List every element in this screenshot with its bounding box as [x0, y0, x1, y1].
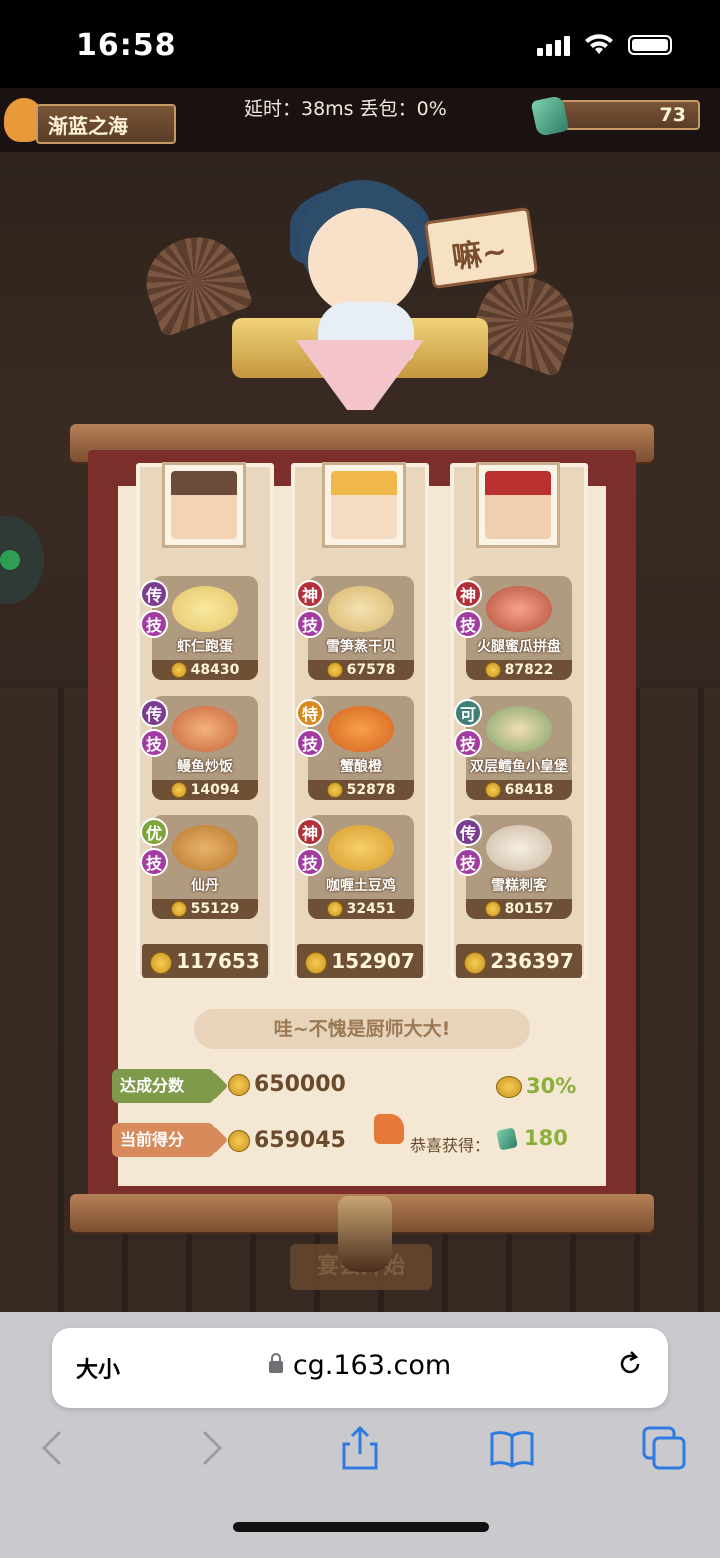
- side-float-button[interactable]: [0, 516, 44, 604]
- url-text[interactable]: cg.163.com: [52, 1350, 668, 1381]
- status-icons: [537, 34, 672, 56]
- speech-bubble-text: 嘛~: [449, 233, 510, 276]
- bonus-percent: 30%: [496, 1074, 576, 1098]
- coin-icon: [170, 782, 187, 798]
- skill-badge: 技: [454, 848, 482, 876]
- dish-score: 68418: [466, 780, 572, 800]
- dish-name: 虾仁跑蛋: [177, 639, 233, 655]
- status-dot-icon: [0, 550, 20, 570]
- dish-name: 鳗鱼炒饭: [177, 759, 233, 775]
- rank-badge: 可: [454, 699, 482, 727]
- share-icon[interactable]: [336, 1424, 384, 1472]
- chef-avatar-2[interactable]: [322, 462, 406, 548]
- coin-icon: [484, 901, 501, 917]
- player-name[interactable]: 渐蓝之海: [36, 104, 176, 144]
- dish-name: 咖喱土豆鸡: [326, 878, 396, 894]
- rank-badge: 优: [140, 818, 168, 846]
- dish-score: 48430: [152, 660, 258, 680]
- dish-name: 双层鳕鱼小皇堡: [470, 759, 568, 775]
- dish-score: 87822: [466, 660, 572, 680]
- coin-icon: [484, 782, 501, 798]
- rank-badge: 传: [140, 580, 168, 608]
- dish-name: 火腿蜜瓜拼盘: [477, 639, 561, 655]
- skill-badge: 技: [140, 610, 168, 638]
- signal-icon: [537, 34, 570, 56]
- reward-value: 180: [496, 1126, 568, 1151]
- chef-avatar-3[interactable]: [476, 462, 560, 548]
- rank-badge: 神: [296, 580, 324, 608]
- network-status: 延时：38ms 丢包：0%: [244, 98, 447, 120]
- rank-badge: 特: [296, 699, 324, 727]
- skill-badge: 技: [296, 848, 324, 876]
- home-indicator[interactable]: [233, 1522, 489, 1532]
- coin-icon: [305, 951, 328, 974]
- rank-badge: 神: [296, 818, 324, 846]
- status-time: 16:58: [76, 28, 177, 63]
- wifi-icon: [585, 34, 613, 54]
- address-bar[interactable]: 大小 cg.163.com: [52, 1328, 668, 1408]
- back-icon[interactable]: [30, 1424, 78, 1472]
- coin-icon: [228, 1074, 250, 1096]
- coin-icon: [150, 951, 173, 974]
- dish-name: 蟹酿橙: [340, 759, 382, 775]
- skill-badge: 技: [296, 729, 324, 757]
- target-score: 650000: [228, 1072, 346, 1097]
- chef-avatar-1[interactable]: [162, 462, 246, 548]
- tabs-icon[interactable]: [640, 1424, 688, 1472]
- coin-icon: [170, 901, 187, 917]
- rank-badge: 传: [140, 699, 168, 727]
- column-total: 236397: [456, 944, 582, 978]
- coin-icon: [326, 782, 343, 798]
- skill-badge: 技: [140, 729, 168, 757]
- bookmarks-icon[interactable]: [488, 1424, 536, 1472]
- dish-score: 55129: [152, 899, 258, 919]
- rank-badge: 传: [454, 818, 482, 846]
- coin-icon: [170, 662, 187, 678]
- gem-counter[interactable]: 73: [560, 100, 700, 130]
- chef-character: [308, 208, 418, 316]
- dish-score: 67578: [308, 660, 414, 680]
- reload-icon[interactable]: [616, 1350, 644, 1378]
- dish-score: 80157: [466, 899, 572, 919]
- game-view[interactable]: 渐蓝之海 延时：38ms 丢包：0% 73 嘛~ 虾仁跑蛋 48430 传 技 …: [0, 88, 720, 1312]
- dish-name: 仙丹: [191, 878, 219, 894]
- skill-badge: 技: [296, 610, 324, 638]
- gem-icon: [496, 1127, 518, 1151]
- dish-score: 32451: [308, 899, 414, 919]
- battery-icon: [628, 35, 672, 55]
- target-score-tag: 达成分数: [112, 1069, 214, 1103]
- skill-badge: 技: [454, 729, 482, 757]
- dish-score: 14094: [152, 780, 258, 800]
- forward-icon[interactable]: [186, 1424, 234, 1472]
- dish-name: 雪糕刺客: [491, 878, 547, 894]
- coin-icon: [464, 951, 487, 974]
- lock-icon: [268, 1352, 283, 1373]
- dish-score: 52878: [308, 780, 414, 800]
- coin-icon: [326, 901, 343, 917]
- skill-badge: 技: [140, 848, 168, 876]
- reward-label: 恭喜获得：: [410, 1136, 491, 1155]
- column-total: 152907: [297, 944, 423, 978]
- coin-icon: [228, 1130, 250, 1152]
- column-total: 117653: [142, 944, 268, 978]
- dish-name: 雪笋蒸干贝: [326, 639, 396, 655]
- thumbs-up-icon: [374, 1114, 404, 1144]
- current-score: 659045: [228, 1128, 346, 1153]
- chef-hat-coin-icon: [496, 1076, 522, 1098]
- scroll-knot: [338, 1196, 392, 1272]
- coin-icon: [326, 662, 343, 678]
- coin-icon: [484, 662, 501, 678]
- praise-banner: 哇~不愧是厨师大大!: [194, 1009, 530, 1049]
- rank-badge: 神: [454, 580, 482, 608]
- skill-badge: 技: [454, 610, 482, 638]
- status-bar: 16:58: [0, 0, 720, 88]
- current-score-tag: 当前得分: [112, 1123, 214, 1157]
